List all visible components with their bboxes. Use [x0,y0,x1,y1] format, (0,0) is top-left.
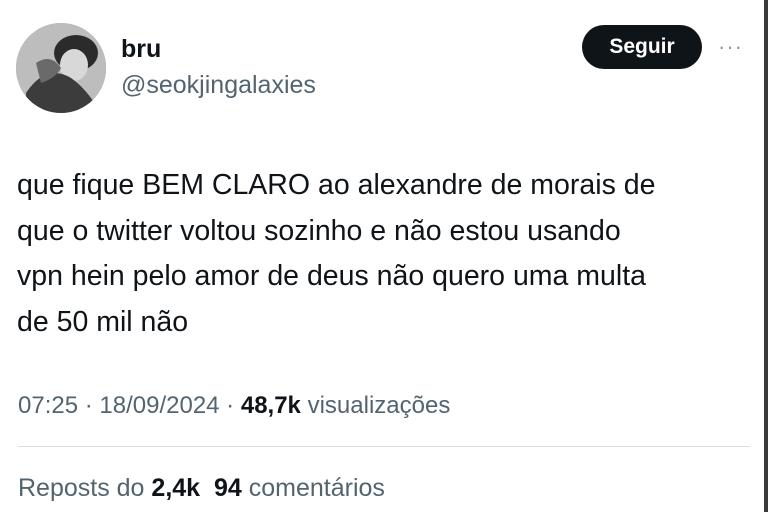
comments-link[interactable]: 94 comentários [214,474,385,502]
meta-separator: · [219,392,241,419]
tweet-text: que fique BEM CLARO ao alexandre de mora… [17,169,656,338]
meta-separator: · [78,392,100,419]
avatar[interactable] [16,23,106,113]
tweet-meta: 07:25 · 18/09/2024 · 48,7k visualizações [18,390,450,422]
reposts-link[interactable]: Reposts do 2,4k [18,474,200,502]
tweet-date[interactable]: 18/09/2024 [99,392,219,419]
comments-label: comentários [248,474,385,502]
author-name[interactable]: bru [121,34,161,64]
views-count: 48,7k [240,392,301,419]
more-options-icon[interactable]: ··· [718,32,743,62]
reposts-label: Reposts do [18,474,145,502]
views-label: visualizações [307,392,451,419]
window-edge [764,0,768,512]
follow-button[interactable]: Seguir [582,25,702,69]
divider [18,446,750,447]
reposts-count: 2,4k [151,474,201,502]
comments-count: 94 [214,474,242,502]
author-handle[interactable]: @seokjingalaxies [121,70,316,100]
tweet-stats: Reposts do 2,4k 94 comentários [18,472,385,504]
tweet-time[interactable]: 07:25 [18,392,78,419]
avatar-image [16,23,106,113]
